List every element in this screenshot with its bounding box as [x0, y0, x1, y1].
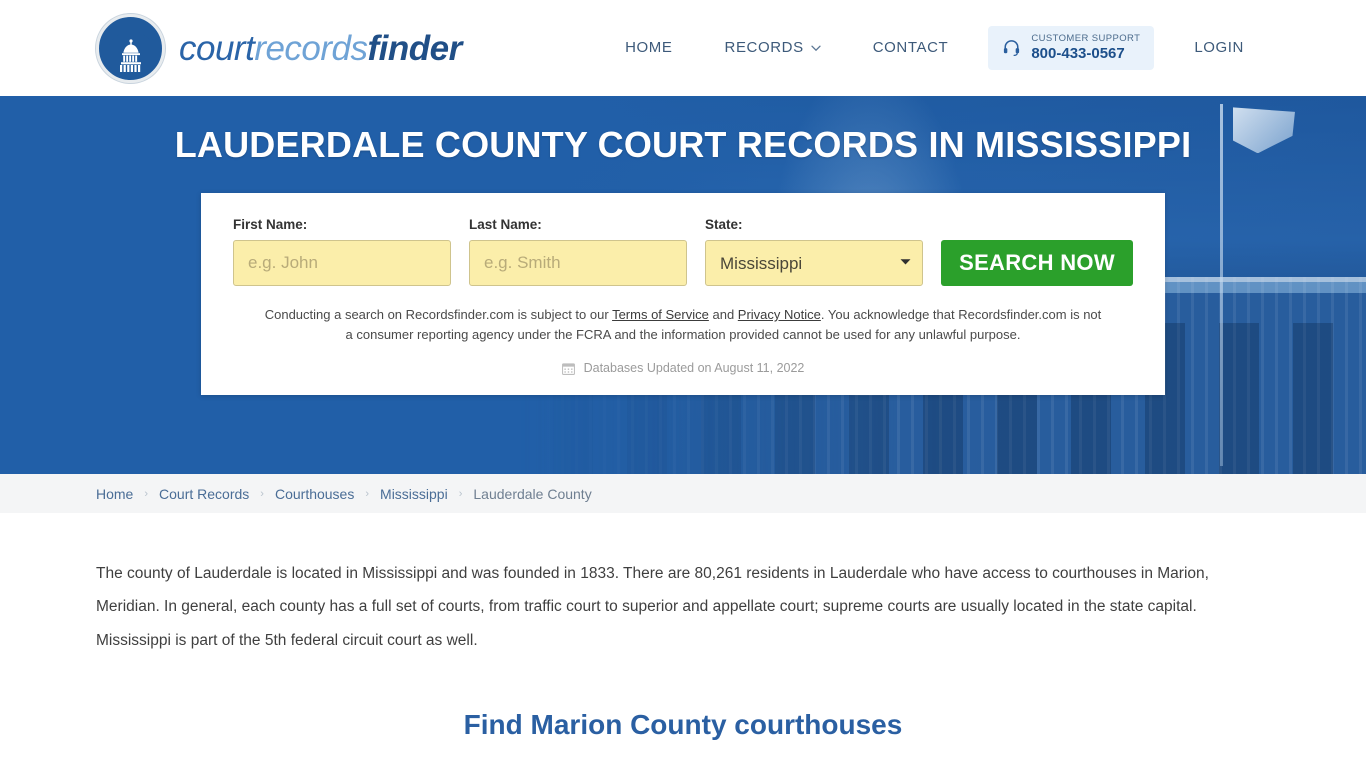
customer-support-text: CUSTOMER SUPPORT 800-433-0567: [1031, 32, 1141, 62]
last-name-field-group: Last Name:: [469, 217, 687, 286]
state-field-group: State: Mississippi: [705, 217, 923, 286]
breadcrumb-item-current: Lauderdale County: [473, 485, 592, 502]
customer-support-button[interactable]: CUSTOMER SUPPORT 800-433-0567: [988, 25, 1155, 71]
customer-support-label: CUSTOMER SUPPORT: [1031, 32, 1141, 44]
privacy-notice-link[interactable]: Privacy Notice: [738, 307, 821, 322]
brand-wordmark: courtrecordsfinder: [179, 31, 462, 66]
breadcrumb-separator: ›: [365, 487, 370, 500]
nav-item-login-label: LOGIN: [1194, 39, 1244, 57]
brand-word-finder: finder: [367, 28, 463, 68]
breadcrumb-item-court-records[interactable]: Court Records: [159, 486, 249, 502]
first-name-field-group: First Name:: [233, 217, 451, 286]
nav-item-records[interactable]: RECORDS: [699, 29, 847, 66]
search-card: First Name: Last Name: State: Mississipp…: [201, 193, 1165, 396]
disclaimer-part-1: Conducting a search on Recordsfinder.com…: [264, 307, 613, 322]
customer-support-phone: 800-433-0567: [1031, 44, 1125, 62]
breadcrumb-item-home[interactable]: Home: [96, 486, 133, 502]
last-name-input[interactable]: [469, 240, 687, 286]
intro-paragraph: The county of Lauderdale is located in M…: [96, 565, 1209, 649]
state-select[interactable]: Mississippi: [705, 240, 923, 286]
nav-item-contact[interactable]: CONTACT: [847, 29, 975, 66]
main-navigation: HOME RECORDS CONTACT CUSTOMER SUPPORT 80…: [599, 25, 1270, 71]
breadcrumb-item-courthouses[interactable]: Courthouses: [275, 486, 354, 502]
page-title: LAUDERDALE COUNTY COURT RECORDS IN MISSI…: [174, 124, 1192, 165]
first-name-input[interactable]: [233, 240, 451, 286]
nav-item-records-label: RECORDS: [724, 39, 804, 57]
nav-item-contact-label: CONTACT: [872, 39, 949, 57]
breadcrumb-separator: ›: [260, 487, 264, 500]
breadcrumb: Home › Court Records › Courthouses › Mis…: [0, 474, 1366, 513]
breadcrumb-separator: ›: [144, 487, 149, 500]
nav-item-home[interactable]: HOME: [599, 29, 698, 66]
search-form: First Name: Last Name: State: Mississipp…: [233, 217, 1133, 286]
chevron-down-icon: [811, 43, 821, 55]
brand-word-records: records: [254, 28, 368, 68]
databases-updated-row: Databases Updated on August 11, 2022: [233, 361, 1133, 375]
site-header: courtrecordsfinder HOME RECORDS CONTACT …: [0, 0, 1366, 96]
brand-logo-link[interactable]: courtrecordsfinder: [96, 13, 462, 83]
nav-item-home-label: HOME: [625, 39, 673, 57]
search-now-button[interactable]: SEARCH NOW: [941, 240, 1133, 286]
last-name-label: Last Name:: [469, 217, 542, 232]
search-disclaimer: Conducting a search on Recordsfinder.com…: [261, 305, 1105, 345]
disclaimer-part-2: and: [708, 307, 738, 322]
brand-word-court: court: [179, 28, 255, 68]
breadcrumb-item-mississippi[interactable]: Mississippi: [380, 486, 448, 502]
nav-item-login[interactable]: LOGIN: [1168, 29, 1270, 66]
breadcrumb-separator: ›: [458, 487, 463, 500]
calendar-icon: [561, 362, 575, 375]
main-content: The county of Lauderdale is located in M…: [0, 513, 1366, 768]
state-label: State:: [705, 217, 743, 232]
headset-icon: [1002, 38, 1021, 57]
terms-of-service-link[interactable]: Terms of Service: [612, 307, 709, 322]
first-name-label: First Name:: [233, 217, 308, 232]
capitol-dome-icon: [96, 13, 165, 83]
hero-section: LAUDERDALE COUNTY COURT RECORDS IN MISSI…: [0, 96, 1366, 474]
section-heading: Find Marion County courthouses: [463, 708, 903, 740]
databases-updated-text: Databases Updated on August 11, 2022: [583, 361, 805, 376]
